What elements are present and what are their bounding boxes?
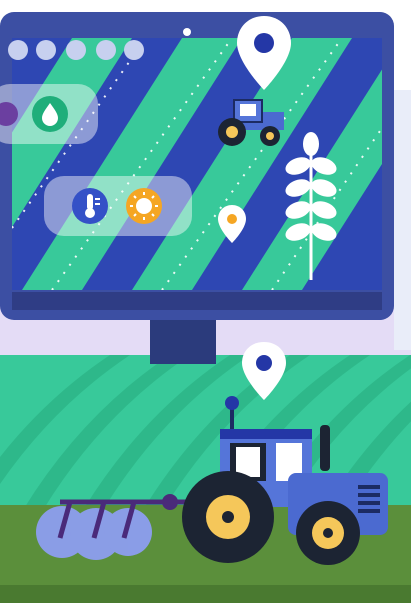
sun-icon [126, 188, 162, 224]
status-dots [8, 40, 144, 60]
thermometer-icon [72, 188, 108, 224]
water-panel-icons [0, 96, 68, 132]
location-pin-icon [218, 205, 246, 243]
location-pin-icon [237, 16, 291, 90]
smart-farming-illustration [0, 0, 411, 603]
tractor-icon [182, 396, 388, 565]
dot-icon [66, 40, 86, 60]
wheat-icon [285, 132, 337, 280]
monitor-stand [150, 320, 216, 364]
dot-icon [8, 40, 28, 60]
webcam-dot [183, 28, 191, 36]
dot-icon [96, 40, 116, 60]
background-strip [394, 90, 411, 350]
location-pin-icon [242, 342, 286, 400]
monitor-chin [12, 292, 382, 310]
ground-edge [0, 585, 411, 603]
dot-icon [124, 40, 144, 60]
dot-icon [36, 40, 56, 60]
weather-panel-icons [72, 188, 162, 224]
